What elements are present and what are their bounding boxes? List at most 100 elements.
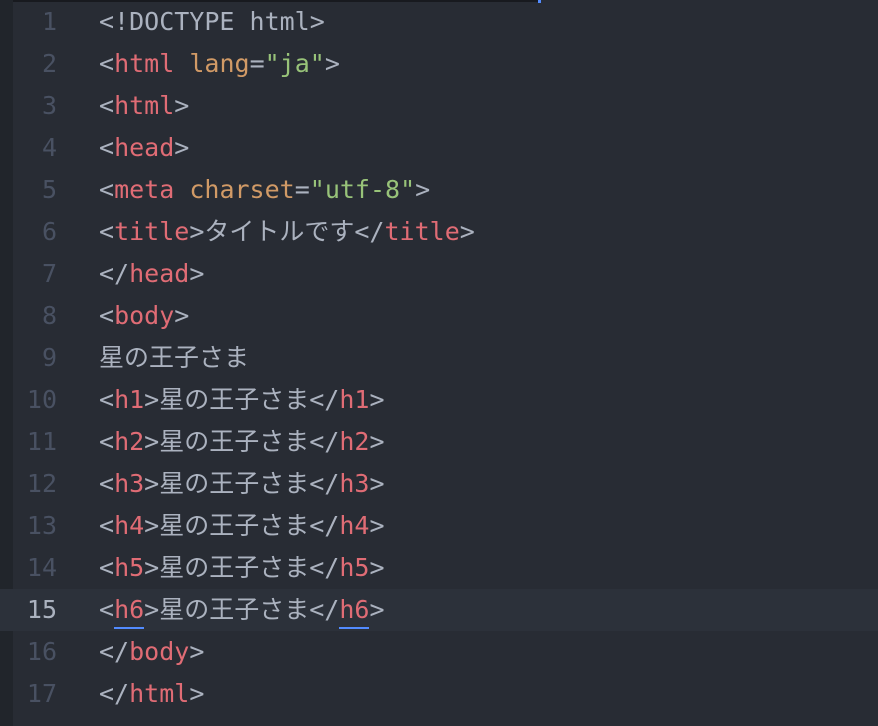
line-number: 11 [26, 427, 57, 456]
text-token: > [189, 637, 205, 666]
text-token: > [174, 133, 190, 162]
tag-name: head [129, 259, 190, 288]
code-line[interactable]: 13 <h4>星の王子さま</h4> [0, 505, 878, 547]
line-code[interactable]: <h1>星の王子さま</h1> [99, 379, 385, 421]
text-token: < [99, 49, 115, 78]
text-token: >星の王子さま</ [144, 553, 340, 582]
line-code[interactable]: </html> [99, 673, 204, 715]
code-line[interactable]: 17 </html> [0, 673, 878, 715]
tag-name: h6 [114, 595, 145, 624]
code-line[interactable]: 1 <!DOCTYPE html> [0, 1, 878, 43]
text-token: </ [99, 259, 130, 288]
text-token: <!DOCTYPE html> [99, 7, 325, 36]
line-number: 14 [26, 553, 57, 582]
text-token: > [369, 385, 385, 414]
code-editor[interactable]: 1 <!DOCTYPE html> 2 <html lang="ja"> 3 <html>… [0, 0, 878, 726]
tag-name: h2 [114, 427, 145, 456]
code-line[interactable]: 6 <title>タイトルです</title> [0, 211, 878, 253]
code-line[interactable]: 11 <h2>星の王子さま</h2> [0, 421, 878, 463]
line-code[interactable]: <h2>星の王子さま</h2> [99, 421, 385, 463]
code-line[interactable]: 15 <h6>星の王子さま</h6> [0, 589, 878, 631]
code-line[interactable]: 16 </body> [0, 631, 878, 673]
text-token: >星の王子さま</ [144, 595, 340, 624]
tag-name: h4 [114, 511, 145, 540]
code-line[interactable]: 3 <html> [0, 85, 878, 127]
line-code[interactable]: <body> [99, 295, 189, 337]
line-number: 8 [41, 301, 57, 330]
code-line[interactable]: 9 星の王子さま [0, 337, 878, 379]
text-token: > [369, 595, 385, 624]
attribute-name: lang [189, 49, 250, 78]
line-number: 12 [26, 469, 57, 498]
tag-name: html [129, 679, 190, 708]
line-code[interactable]: 星の王子さま [99, 337, 249, 379]
text-token: >星の王子さま</ [144, 469, 340, 498]
code-line[interactable]: 7 </head> [0, 253, 878, 295]
text-token: 星の王子さま [99, 343, 250, 372]
code-line[interactable]: 2 <html lang="ja"> [0, 43, 878, 85]
text-token: < [99, 511, 115, 540]
code-line[interactable]: 12 <h3>星の王子さま</h3> [0, 463, 878, 505]
line-number: 9 [41, 343, 57, 372]
line-code[interactable]: </body> [99, 631, 204, 673]
tag-name: html [114, 91, 175, 120]
line-number: 15 [26, 595, 57, 624]
tag-name: h5 [339, 553, 370, 582]
text-token: > [459, 217, 475, 246]
line-number: 3 [41, 91, 57, 120]
attribute-name: charset [189, 175, 295, 204]
text-token: </ [99, 679, 130, 708]
line-code[interactable]: <h5>星の王子さま</h5> [99, 547, 385, 589]
tag-name: html [114, 49, 175, 78]
tag-name: h1 [114, 385, 145, 414]
text-token: < [99, 175, 115, 204]
text-token: >星の王子さま</ [144, 511, 340, 540]
text-token: > [369, 427, 385, 456]
line-number: 17 [26, 679, 57, 708]
string-value: "utf-8" [309, 175, 416, 204]
text-token: >星の王子さま</ [144, 427, 340, 456]
tag-name: title [114, 217, 190, 246]
line-code[interactable]: <html lang="ja"> [99, 43, 340, 85]
code-line[interactable]: 4 <head> [0, 127, 878, 169]
text-token: = [294, 175, 310, 204]
text-token: > [174, 91, 190, 120]
tag-name: head [114, 133, 175, 162]
text-token: < [99, 217, 115, 246]
text-token: < [99, 91, 115, 120]
text-token: > [324, 49, 340, 78]
line-code[interactable]: <html> [99, 85, 189, 127]
text-token: > [189, 679, 205, 708]
text-token: < [99, 133, 115, 162]
line-code[interactable]: <title>タイトルです</title> [99, 211, 475, 253]
line-code[interactable]: <head> [99, 127, 189, 169]
tag-name: title [384, 217, 460, 246]
line-number: 16 [26, 637, 57, 666]
line-code[interactable]: <meta charset="utf-8"> [99, 169, 430, 211]
text-token: > [189, 259, 205, 288]
text-token: < [99, 301, 115, 330]
line-number: 4 [41, 133, 57, 162]
text-token: >星の王子さま</ [144, 385, 340, 414]
line-code[interactable]: <!DOCTYPE html> [99, 1, 325, 43]
code-line[interactable]: 14 <h5>星の王子さま</h5> [0, 547, 878, 589]
tag-name: h3 [114, 469, 145, 498]
code-line[interactable]: 8 <body> [0, 295, 878, 337]
line-code[interactable]: <h6>星の王子さま</h6> [99, 589, 385, 631]
text-token: > [369, 469, 385, 498]
code-line-partial [0, 715, 878, 726]
code-line[interactable]: 5 <meta charset="utf-8"> [0, 169, 878, 211]
text-token: < [99, 469, 115, 498]
text-token: > [369, 553, 385, 582]
tag-name: meta [114, 175, 175, 204]
line-code[interactable]: </head> [99, 253, 204, 295]
line-code[interactable]: <h4>星の王子さま</h4> [99, 505, 385, 547]
tag-name: h4 [339, 511, 370, 540]
code-line[interactable]: 10 <h1>星の王子さま</h1> [0, 379, 878, 421]
line-code[interactable]: <h3>星の王子さま</h3> [99, 463, 385, 505]
line-number: 10 [26, 385, 57, 414]
tag-name: h6 [339, 595, 370, 624]
line-number: 7 [41, 259, 57, 288]
line-number: 6 [41, 217, 57, 246]
line-number: 1 [41, 7, 57, 36]
